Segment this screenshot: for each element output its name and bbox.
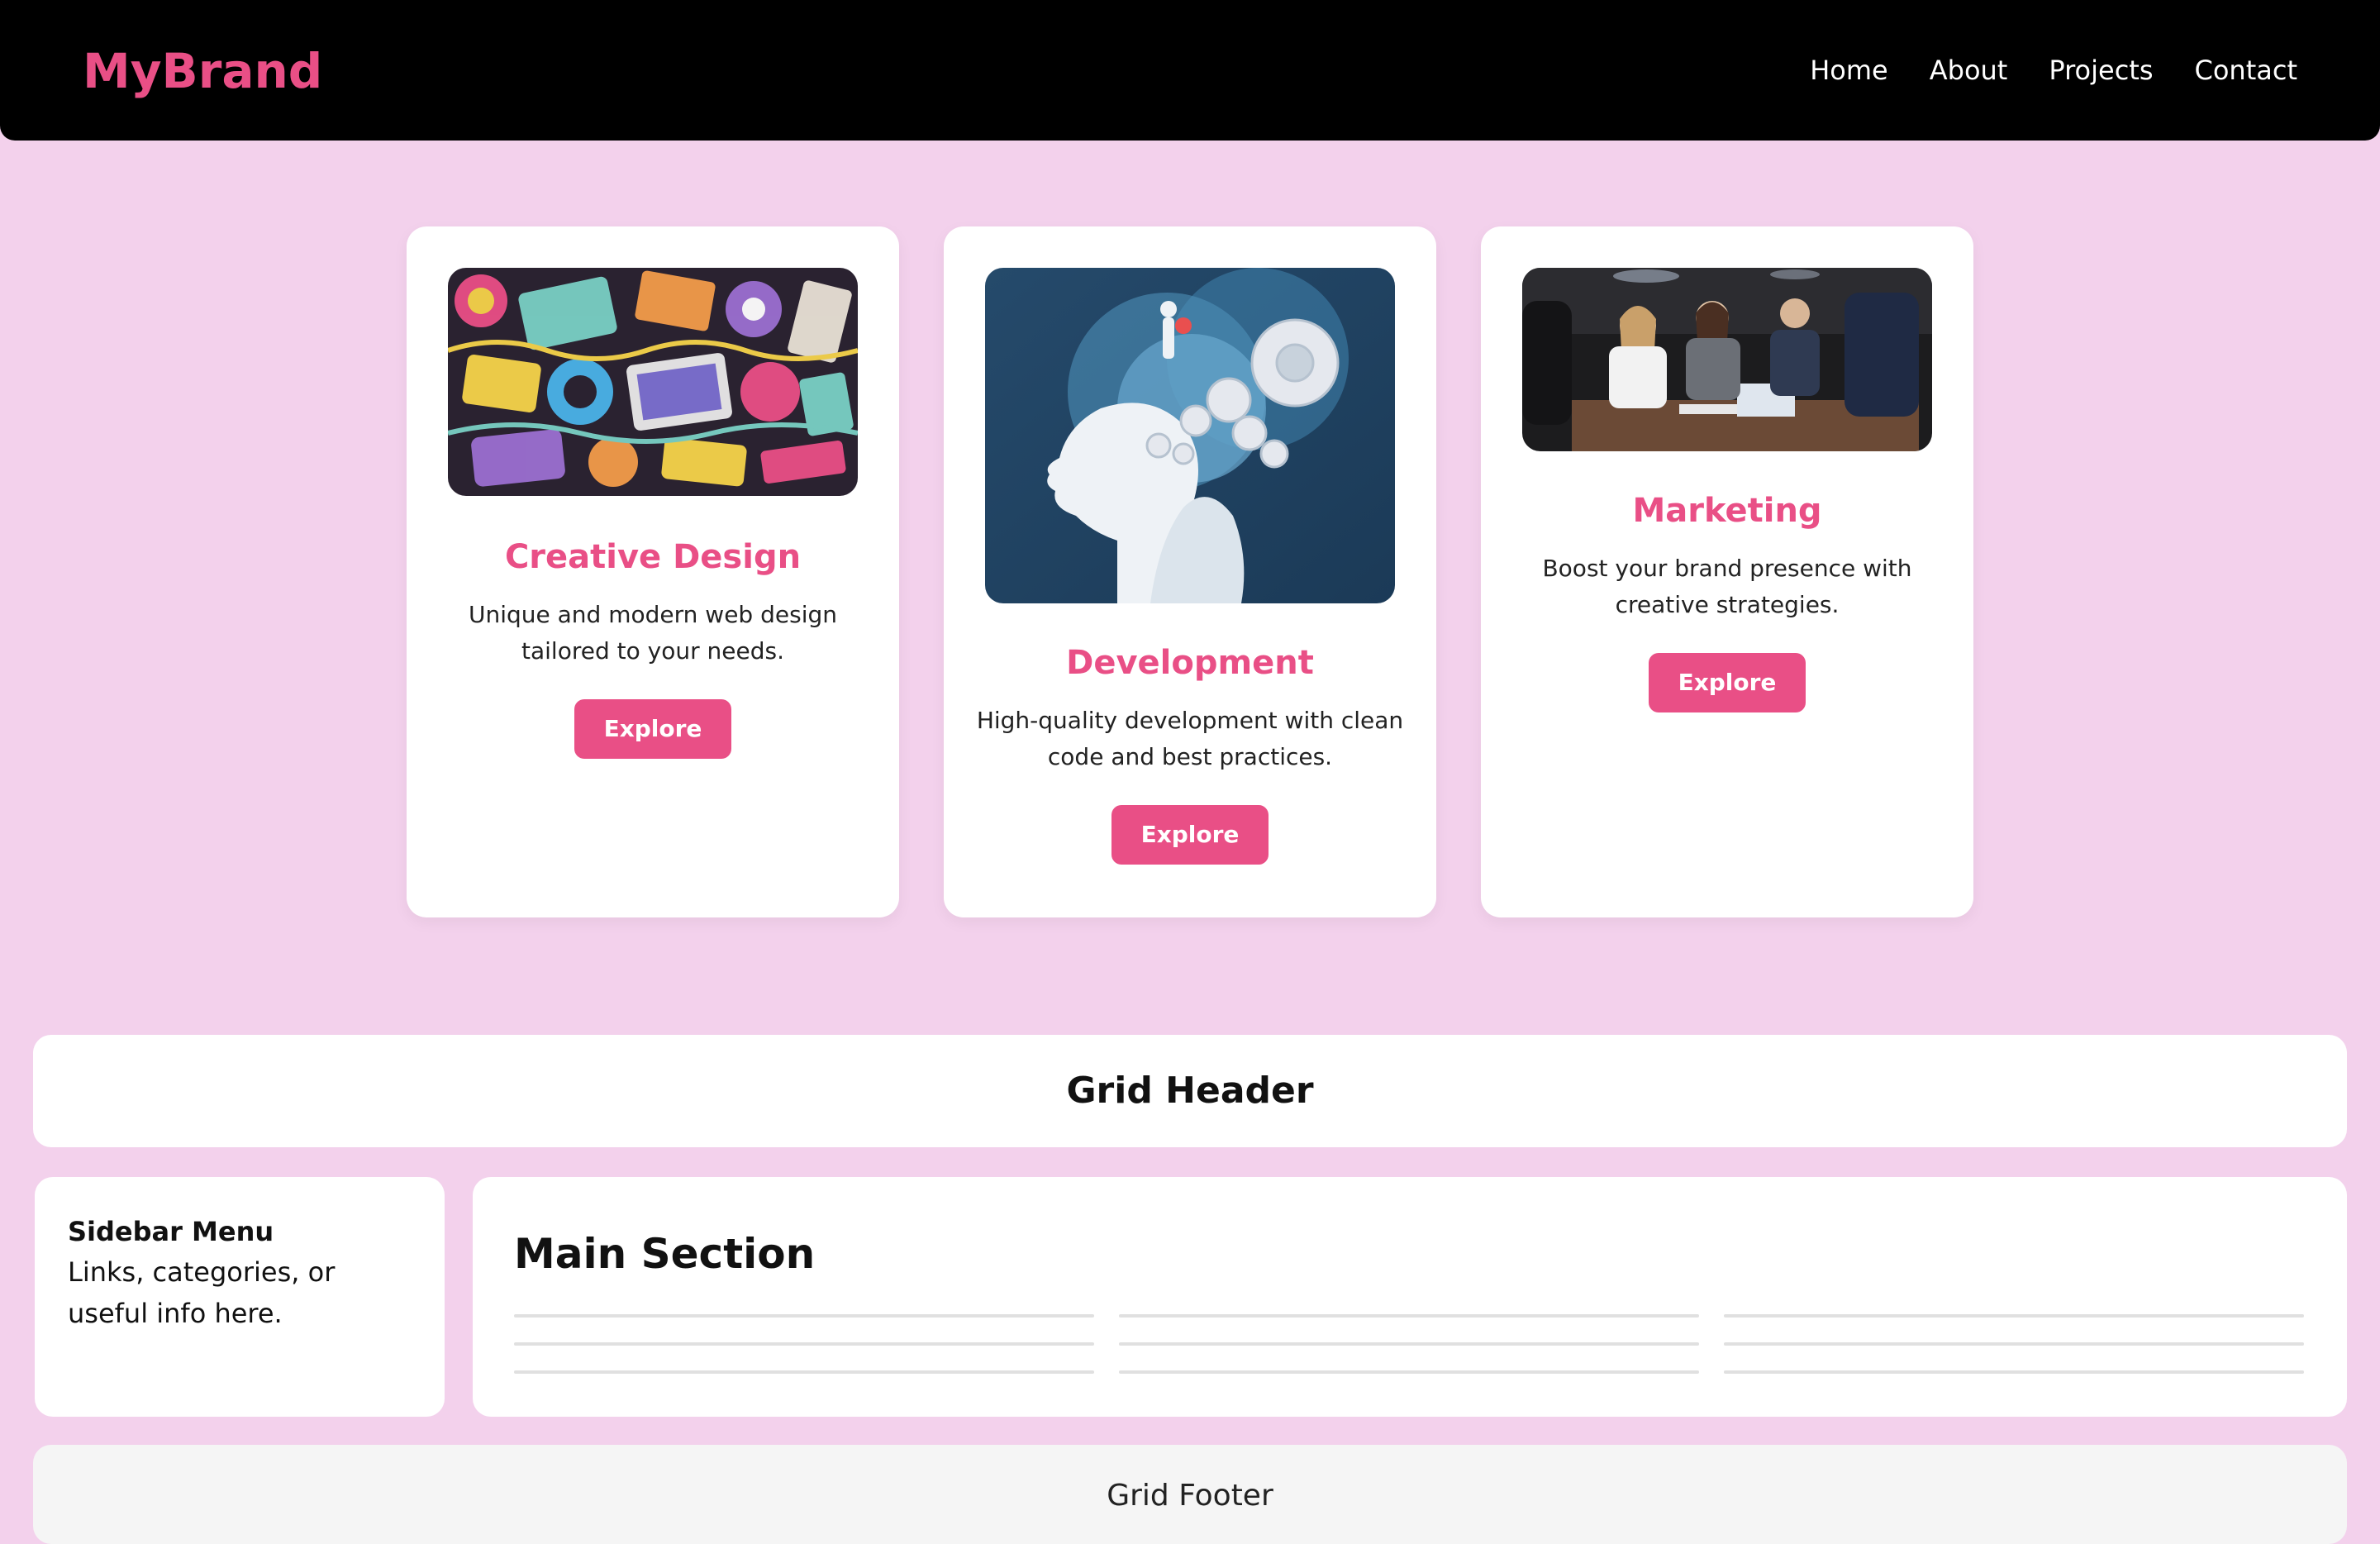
card-description: Boost your brand presence with creative … — [1542, 555, 1912, 618]
explore-button[interactable]: Explore — [574, 699, 732, 759]
card-title: Creative Design — [504, 538, 802, 576]
card-description: Unique and modern web design tailored to… — [468, 601, 837, 665]
sidebar-menu: Sidebar Menu Links, categories, or usefu… — [35, 1177, 445, 1417]
placeholder-line — [514, 1342, 1094, 1346]
doodle-illustration-image — [448, 268, 858, 496]
placeholder-line — [1724, 1314, 2304, 1318]
team-meeting-photo-image — [1522, 268, 1932, 451]
card-body: Creative Design Unique and modern web de… — [436, 534, 869, 759]
placeholder-lines-column — [1119, 1314, 1699, 1399]
nav-links: Home About Projects Contact — [1810, 50, 2297, 91]
grid-header-title: Grid Header — [1066, 1070, 1314, 1112]
placeholder-line — [1119, 1342, 1699, 1346]
explore-button[interactable]: Explore — [1648, 653, 1806, 712]
service-card-marketing: Marketing Boost your brand presence with… — [1481, 226, 1973, 917]
placeholder-line — [1724, 1370, 2304, 1374]
nav-link-about[interactable]: About — [1930, 50, 2008, 91]
card-title: Development — [1066, 644, 1314, 682]
placeholder-lines-column — [1724, 1314, 2304, 1399]
main-section-title: Main Section — [514, 1230, 816, 1278]
top-navbar: MyBrand Home About Projects Contact — [0, 0, 2380, 141]
card-title: Marketing — [1632, 492, 1822, 530]
head-gears-illustration-image — [985, 268, 1395, 603]
grid-header: Grid Header — [33, 1035, 2347, 1147]
placeholder-line — [514, 1370, 1094, 1374]
card-body: Marketing Boost your brand presence with… — [1511, 488, 1944, 712]
placeholder-line — [1724, 1342, 2304, 1346]
brand-logo[interactable]: MyBrand — [83, 38, 322, 104]
placeholder-lines-column — [514, 1314, 1094, 1399]
sidebar-title: Sidebar Menu — [68, 1216, 274, 1247]
nav-link-projects[interactable]: Projects — [2049, 50, 2153, 91]
explore-button[interactable]: Explore — [1111, 805, 1269, 865]
card-description: High-quality development with clean code… — [976, 707, 1404, 770]
placeholder-line — [1119, 1370, 1699, 1374]
nav-link-contact[interactable]: Contact — [2195, 50, 2298, 91]
grid-footer: Grid Footer — [33, 1445, 2347, 1544]
service-card-creative-design: Creative Design Unique and modern web de… — [407, 226, 899, 917]
nav-link-home[interactable]: Home — [1810, 50, 1888, 91]
placeholder-line — [514, 1314, 1094, 1318]
service-card-development: Development High-quality development wit… — [944, 226, 1436, 917]
card-body: Development High-quality development wit… — [973, 640, 1407, 865]
sidebar-text: Links, categories, or useful info here. — [68, 1256, 336, 1329]
placeholder-line — [1119, 1314, 1699, 1318]
grid-footer-text: Grid Footer — [1107, 1479, 1273, 1513]
